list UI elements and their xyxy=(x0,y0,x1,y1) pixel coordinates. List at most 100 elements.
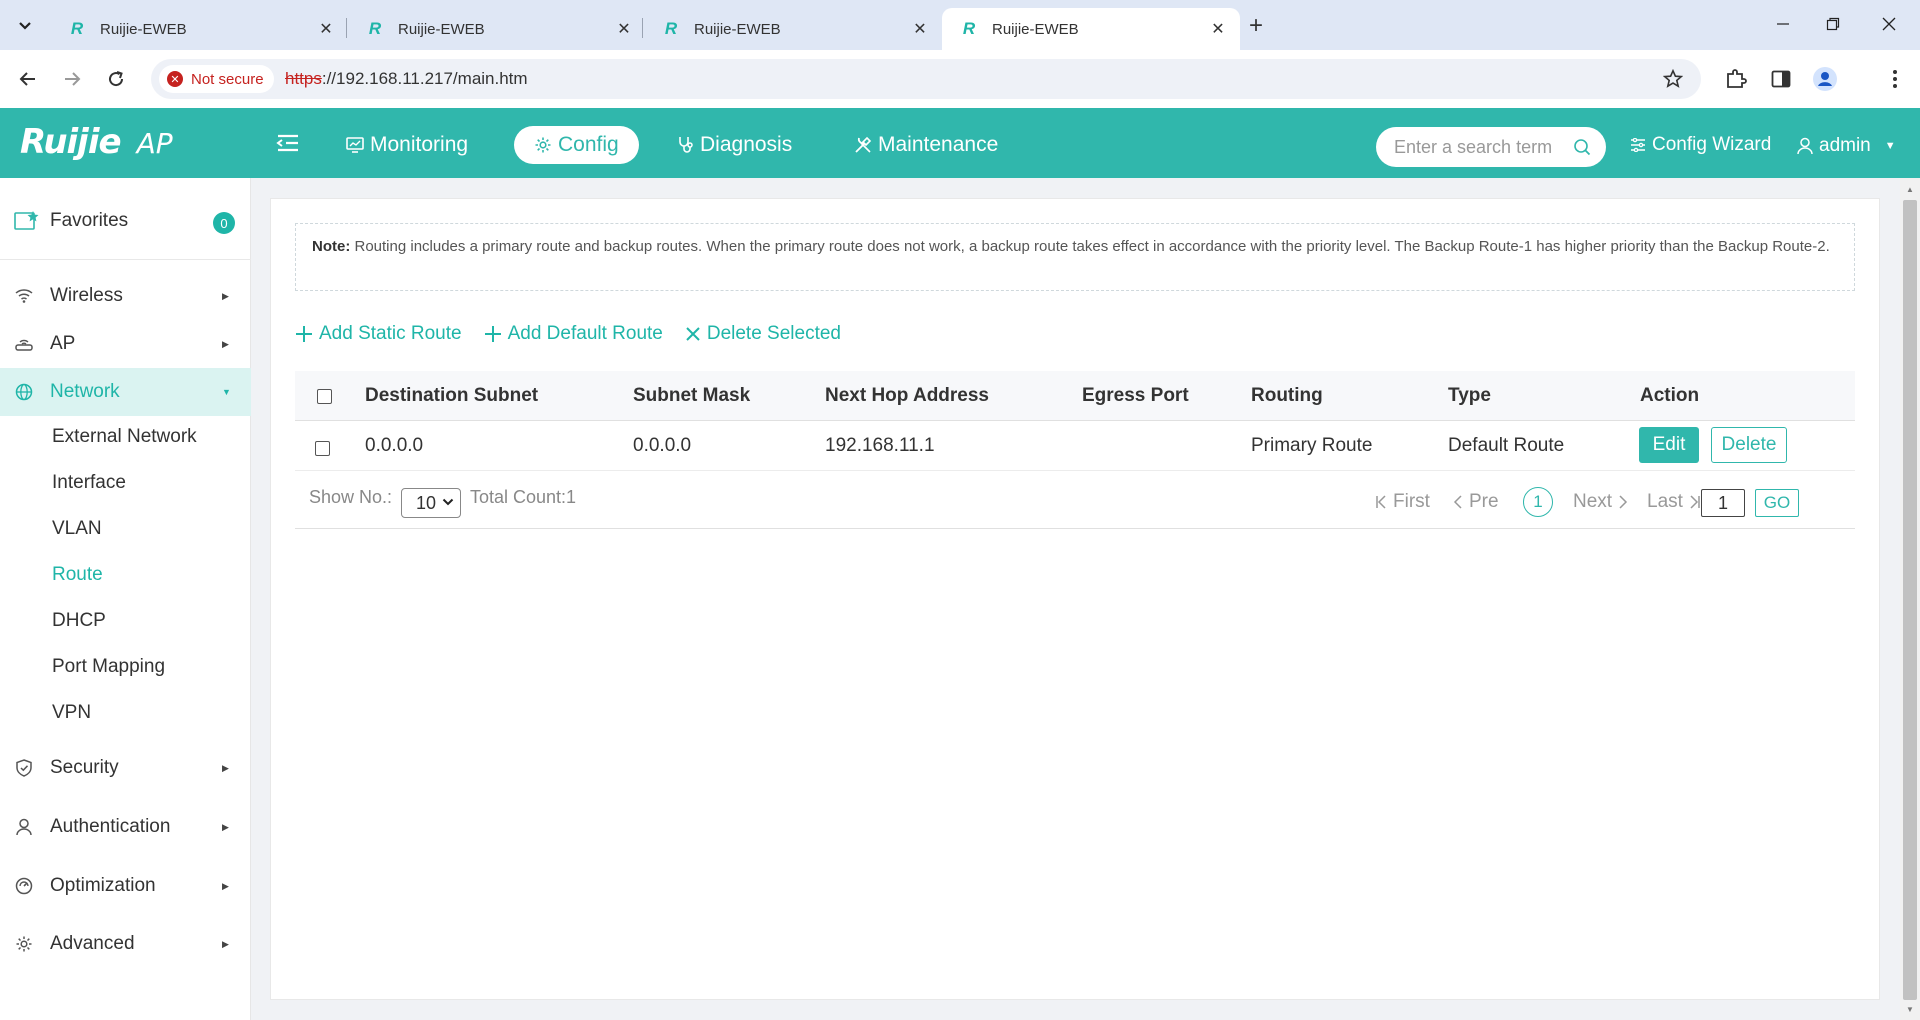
sidebar-item-optimization[interactable]: Optimization ▶ xyxy=(0,862,251,910)
browser-tab[interactable]: R Ruijie-EWEB ✕ xyxy=(644,8,942,50)
scroll-up-icon[interactable]: ▲ xyxy=(1905,184,1915,194)
last-page-button[interactable]: Last xyxy=(1647,491,1701,513)
browser-tab[interactable]: R Ruijie-EWEB ✕ xyxy=(348,8,646,50)
nav-config[interactable]: Config xyxy=(514,126,639,164)
sidebar-subitem-vlan[interactable]: VLAN xyxy=(52,515,102,543)
minimize-button[interactable] xyxy=(1760,10,1806,38)
sidebar-item-advanced[interactable]: Advanced ▶ xyxy=(0,920,251,968)
reload-icon xyxy=(109,71,124,87)
reload-button[interactable] xyxy=(100,63,132,95)
tab-title: Ruijie-EWEB xyxy=(992,20,1079,38)
sidebar-item-network[interactable]: Network ▼ xyxy=(0,368,251,416)
close-icon[interactable]: ✕ xyxy=(1208,19,1228,39)
delete-selected-button[interactable]: Delete Selected xyxy=(685,323,841,345)
sidebar-item-label: Advanced xyxy=(50,933,135,954)
sidebar-subitem-interface[interactable]: Interface xyxy=(52,469,126,497)
close-icon[interactable]: ✕ xyxy=(316,19,336,39)
prev-page-button[interactable]: Pre xyxy=(1453,491,1499,513)
current-page[interactable]: 1 xyxy=(1523,487,1553,517)
forward-button[interactable] xyxy=(56,63,88,95)
add-default-route-button[interactable]: Add Default Route xyxy=(484,323,663,345)
go-button[interactable]: GO xyxy=(1755,489,1799,517)
column-action: Action xyxy=(1640,385,1700,406)
sidebar-item-ap[interactable]: AP ▶ xyxy=(0,320,251,368)
browser-tab[interactable]: R Ruijie-EWEB ✕ xyxy=(50,8,348,50)
close-icon[interactable]: ✕ xyxy=(910,19,930,39)
page-size-value: 10 xyxy=(416,492,437,513)
browser-address-bar: ✕ Not secure https://192.168.11.217/main… xyxy=(0,50,1920,108)
new-tab-button[interactable]: + xyxy=(1242,12,1270,40)
optimization-icon xyxy=(14,876,34,896)
wizard-label: Config Wizard xyxy=(1652,134,1772,155)
caret-right-icon: ▶ xyxy=(222,338,229,349)
select-all-checkbox[interactable] xyxy=(317,389,332,404)
user-menu[interactable]: admin ▼ xyxy=(1797,133,1896,159)
url-omnibox[interactable]: ✕ Not secure https://192.168.11.217/main… xyxy=(151,59,1701,99)
ruijie-favicon-icon: R xyxy=(70,19,84,38)
browser-tab-active[interactable]: R Ruijie-EWEB ✕ xyxy=(942,8,1240,50)
sidebar-item-wireless[interactable]: Wireless ▶ xyxy=(0,272,251,320)
first-page-button[interactable]: First xyxy=(1375,491,1430,513)
scrollbar-thumb[interactable] xyxy=(1903,200,1917,1000)
avatar-icon xyxy=(1813,67,1837,91)
bookmark-star-icon[interactable] xyxy=(1661,67,1685,91)
caret-right-icon: ▶ xyxy=(222,762,229,773)
sidebar-subitem-dhcp[interactable]: DHCP xyxy=(52,607,106,635)
delete-button[interactable]: Delete xyxy=(1711,427,1787,463)
cell-destination: 0.0.0.0 xyxy=(365,435,424,456)
gear-icon xyxy=(534,136,552,154)
page-scrollbar[interactable]: ▲ ▼ xyxy=(1900,178,1920,1020)
sidebar-subitem-vpn[interactable]: VPN xyxy=(52,699,91,727)
user-label: admin xyxy=(1819,135,1871,156)
profile-button[interactable] xyxy=(1808,62,1842,96)
caret-right-icon: ▶ xyxy=(222,290,229,301)
first-label: First xyxy=(1393,491,1430,512)
cell-type: Default Route xyxy=(1448,435,1565,456)
extensions-button[interactable] xyxy=(1719,62,1753,96)
restore-button[interactable] xyxy=(1810,10,1856,38)
tab-title: Ruijie-EWEB xyxy=(100,20,187,38)
sidebar-subitem-route[interactable]: Route xyxy=(52,561,103,589)
config-wizard-button[interactable]: Config Wizard xyxy=(1630,132,1771,158)
prev-label: Pre xyxy=(1469,491,1499,512)
sidebar-item-security[interactable]: Security ▶ xyxy=(0,744,251,792)
back-button[interactable] xyxy=(12,63,44,95)
puzzle-icon xyxy=(1727,69,1747,88)
sidebar-item-label: Network xyxy=(50,381,120,402)
close-icon[interactable]: ✕ xyxy=(614,19,634,39)
page-size-select[interactable]: 10 xyxy=(401,488,461,518)
menu-toggle-button[interactable] xyxy=(272,130,304,156)
ruijie-favicon-icon: R xyxy=(664,19,678,38)
nav-maintenance[interactable]: Maintenance xyxy=(834,126,1018,164)
add-static-route-button[interactable]: Add Static Route xyxy=(295,323,462,345)
caret-right-icon: ▶ xyxy=(222,938,229,949)
wifi-icon xyxy=(14,286,34,306)
search-icon[interactable] xyxy=(1572,137,1592,157)
sidebar-subitem-port-mapping[interactable]: Port Mapping xyxy=(52,653,165,681)
caret-down-icon: ▼ xyxy=(1884,140,1896,152)
edit-button[interactable]: Edit xyxy=(1639,427,1699,463)
side-panel-button[interactable] xyxy=(1764,62,1798,96)
tab-search-button[interactable] xyxy=(8,9,42,43)
restore-icon xyxy=(1826,17,1840,31)
sidebar-favorites[interactable]: Favorites 0 xyxy=(0,178,251,260)
browser-menu-button[interactable] xyxy=(1878,62,1912,96)
window-close-button[interactable] xyxy=(1866,10,1912,38)
row-checkbox[interactable] xyxy=(315,441,330,456)
cell-next-hop: 192.168.11.1 xyxy=(825,435,935,456)
search-input[interactable] xyxy=(1394,135,1569,159)
goto-page-input[interactable]: 1 xyxy=(1701,489,1745,517)
url-rest: ://192.168.11.217/main.htm xyxy=(321,69,528,88)
scroll-down-icon[interactable]: ▼ xyxy=(1905,1004,1915,1014)
sidebar-item-authentication[interactable]: Authentication ▶ xyxy=(0,803,251,851)
first-page-icon xyxy=(1376,495,1386,509)
ap-icon xyxy=(14,334,34,354)
ruijie-logo: Ruijie AP xyxy=(20,122,173,162)
action-label: Add Default Route xyxy=(507,323,663,344)
nav-monitoring[interactable]: Monitoring xyxy=(326,126,488,164)
nav-diagnosis[interactable]: Diagnosis xyxy=(658,126,812,164)
monitor-icon xyxy=(346,137,364,153)
security-indicator[interactable]: ✕ Not secure xyxy=(159,65,274,93)
next-page-button[interactable]: Next xyxy=(1573,491,1628,513)
sidebar-subitem-external-network[interactable]: External Network xyxy=(52,423,197,451)
